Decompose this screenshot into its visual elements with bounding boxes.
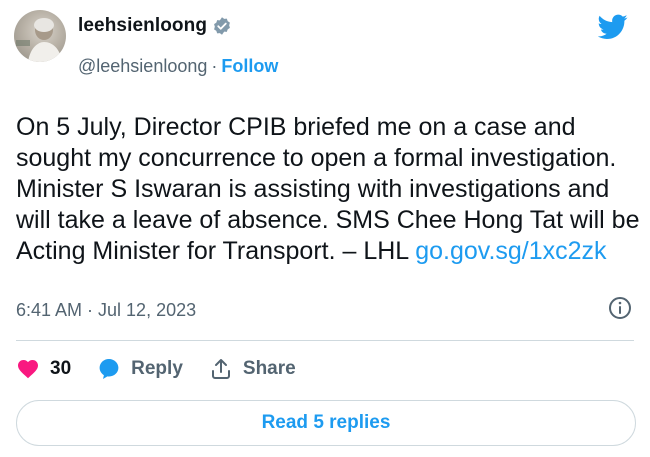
tweet-timestamp[interactable]: 6:41 AM · Jul 12, 2023: [16, 300, 196, 321]
display-name[interactable]: leehsienloong: [78, 15, 207, 37]
tweet-card: leehsienloong @leehsienloong · Follow On…: [0, 0, 650, 457]
like-button[interactable]: 30: [16, 357, 71, 381]
reply-button[interactable]: Reply: [97, 357, 183, 381]
follow-button[interactable]: Follow: [221, 56, 278, 77]
read-replies-button[interactable]: Read 5 replies: [16, 400, 636, 446]
separator-dot: ·: [211, 56, 218, 76]
handle-row: @leehsienloong · Follow: [78, 56, 278, 77]
heart-icon: [18, 360, 38, 379]
action-bar: 30 Reply Share: [16, 357, 322, 381]
verified-badge-icon: [212, 16, 232, 36]
twitter-bird-icon[interactable]: [597, 14, 628, 40]
avatar[interactable]: [14, 10, 66, 62]
user-handle[interactable]: @leehsienloong: [78, 56, 207, 77]
divider: [16, 340, 634, 341]
share-button[interactable]: Share: [209, 357, 296, 381]
tweet-text: On 5 July, Director CPIB briefed me on a…: [16, 112, 641, 267]
share-upload-icon: [211, 359, 230, 379]
reply-bubble-icon: [99, 359, 119, 379]
like-count: 30: [50, 358, 72, 379]
tweet-link[interactable]: go.gov.sg/1xc2zk: [415, 237, 606, 265]
share-label: Share: [242, 358, 296, 379]
name-row: leehsienloong: [78, 15, 232, 37]
reply-label: Reply: [131, 358, 183, 379]
info-icon[interactable]: [608, 296, 632, 320]
